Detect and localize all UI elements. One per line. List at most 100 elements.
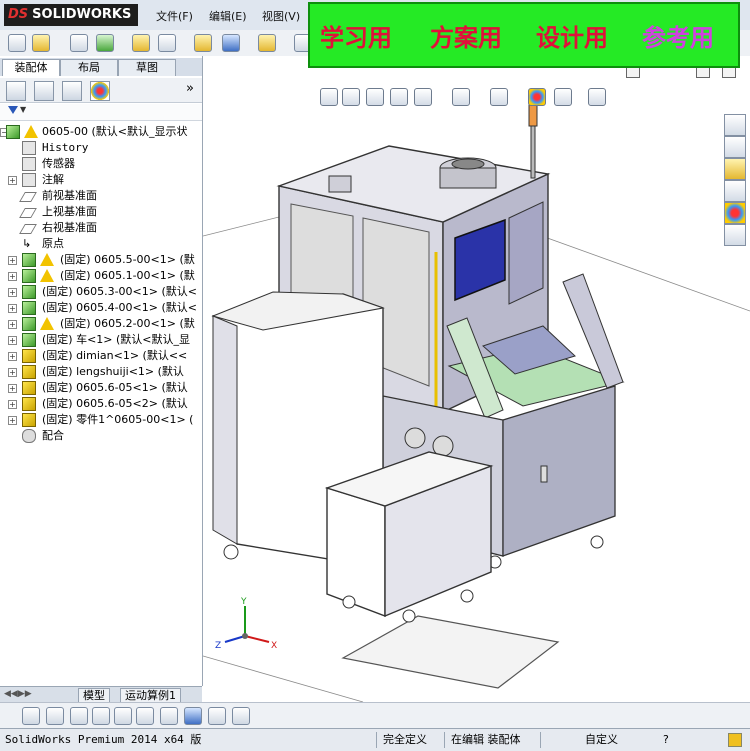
select-icon[interactable]	[194, 34, 212, 52]
tree-item-label: (固定) 0605.2-00<1> (默	[60, 317, 195, 330]
tab-layout[interactable]: 布局	[60, 59, 118, 76]
display-pane-icon[interactable]	[184, 707, 202, 725]
tree-item-label: (固定) 0605.4-00<1> (默认<	[42, 301, 197, 314]
banner-word-3: 设计用	[536, 24, 608, 52]
filter-icon[interactable]	[8, 106, 18, 114]
property-manager-icon[interactable]	[34, 81, 54, 101]
tree-item-label: 原点	[42, 237, 64, 250]
part-icon	[22, 413, 36, 427]
tree-item-label: 右视基准面	[42, 221, 97, 234]
list-icon[interactable]	[92, 707, 110, 725]
scene-icon[interactable]	[554, 88, 572, 106]
expand-toggle-icon[interactable]: +	[8, 352, 17, 361]
chiller-front	[326, 487, 386, 618]
rebuild-icon[interactable]	[96, 34, 114, 52]
menu-edit[interactable]: 编辑(E)	[209, 8, 247, 24]
logo-text: SOLIDWORKS	[32, 7, 132, 22]
expand-toggle-icon[interactable]: +	[8, 176, 17, 185]
sensor-icon	[22, 157, 36, 171]
part-icon	[22, 381, 36, 395]
mates-icon	[22, 429, 36, 443]
expand-toggle-icon[interactable]: +	[8, 336, 17, 345]
expand-toggle-icon[interactable]: +	[8, 384, 17, 393]
top-switch-box	[328, 175, 352, 193]
units-status[interactable]: 自定义	[582, 732, 621, 748]
tree-root-label: 0605-00 (默认<默认_显示状	[42, 125, 188, 138]
zoom-area-icon[interactable]	[342, 88, 360, 106]
configuration-manager-icon[interactable]	[62, 81, 82, 101]
feature-tree-icon[interactable]	[6, 81, 26, 101]
expand-toggle-icon[interactable]: +	[8, 320, 17, 329]
design-library-icon[interactable]	[724, 136, 746, 158]
tree-item-label: (固定) 车<1> (默认<默认_显	[42, 333, 191, 346]
assembly-icon	[22, 285, 36, 299]
caster-6	[402, 609, 416, 623]
section-view-icon[interactable]	[390, 88, 408, 106]
view-settings-icon[interactable]	[588, 88, 606, 106]
tree-item-label: (固定) 0605.6-05<1> (默认	[42, 381, 188, 394]
assembly-icon	[22, 317, 36, 331]
resources-icon[interactable]	[724, 114, 746, 136]
zoom-to-fit-icon[interactable]	[320, 88, 338, 106]
view-orientation-icon[interactable]	[414, 88, 432, 106]
expand-toggle-icon[interactable]: +	[8, 304, 17, 313]
warning-icon	[40, 253, 54, 266]
ds-logo-mark: DS	[8, 7, 29, 22]
new-document-icon[interactable]	[8, 34, 26, 52]
electrical-cabinet-side	[212, 315, 238, 545]
expand-panel-icon[interactable]: »	[186, 81, 194, 96]
smart-mate-icon[interactable]	[258, 34, 276, 52]
table-icon[interactable]	[208, 707, 226, 725]
tab-scroll-arrows-icon[interactable]: ◀◀▶▶	[4, 689, 32, 699]
render-icon[interactable]	[232, 707, 250, 725]
tab-assembly[interactable]: 装配体	[2, 59, 60, 76]
axis-label-z: Z	[215, 641, 221, 651]
assembly-icon	[22, 333, 36, 347]
expand-toggle-icon[interactable]: +	[8, 272, 17, 281]
appearances-icon[interactable]	[724, 202, 746, 224]
appearance-icon[interactable]	[528, 88, 546, 106]
notification-icon[interactable]	[728, 733, 742, 747]
simulation-icon[interactable]	[70, 707, 88, 725]
custom-properties-icon[interactable]	[724, 224, 746, 246]
print-icon[interactable]	[158, 34, 176, 52]
view-palette-icon[interactable]	[724, 180, 746, 202]
solidworks-logo[interactable]: DS SOLIDWORKS	[4, 4, 138, 26]
assembly-model[interactable]: Y X Z	[203, 56, 750, 702]
display-manager-icon[interactable]	[90, 81, 110, 101]
graphics-viewport[interactable]: Y X Z	[203, 56, 750, 702]
menu-view[interactable]: 视图(V)	[262, 8, 300, 24]
hide-show-icon[interactable]	[490, 88, 508, 106]
expand-toggle-icon[interactable]: +	[8, 256, 17, 265]
caster-4	[223, 544, 239, 560]
signal-tower-pole	[530, 125, 536, 179]
line-icon[interactable]	[160, 707, 178, 725]
animation-icon[interactable]	[46, 707, 64, 725]
menu-file[interactable]: 文件(F)	[156, 8, 193, 24]
display-style-icon[interactable]	[452, 88, 470, 106]
expand-toggle-icon[interactable]: +	[8, 416, 17, 425]
tree-item-label: 传感器	[42, 157, 75, 170]
previous-view-icon[interactable]	[366, 88, 384, 106]
exhaust-inner	[451, 158, 485, 170]
banner-word-1: 学习用	[320, 24, 392, 52]
filter-dropdown-icon[interactable]: ▼	[20, 105, 26, 114]
filter-row: ▼	[0, 104, 202, 121]
tab-sketch[interactable]: 草图	[118, 59, 176, 76]
expand-toggle-icon[interactable]: +	[8, 288, 17, 297]
help-icon[interactable]: ?	[660, 732, 672, 748]
open-icon[interactable]	[32, 34, 50, 52]
grid-icon[interactable]	[114, 707, 132, 725]
expand-toggle-icon[interactable]: +	[8, 400, 17, 409]
component-icon[interactable]	[222, 34, 240, 52]
options-icon[interactable]	[132, 34, 150, 52]
manager-icons: »	[0, 78, 202, 103]
app-version: SolidWorks Premium 2014 x64 版	[5, 733, 202, 746]
attach-icon[interactable]	[70, 34, 88, 52]
exhaust-body	[439, 167, 497, 189]
caster-7	[460, 589, 474, 603]
explode-icon[interactable]	[22, 707, 40, 725]
file-explorer-icon[interactable]	[724, 158, 746, 180]
expand-toggle-icon[interactable]: +	[8, 368, 17, 377]
align-icon[interactable]	[136, 707, 154, 725]
